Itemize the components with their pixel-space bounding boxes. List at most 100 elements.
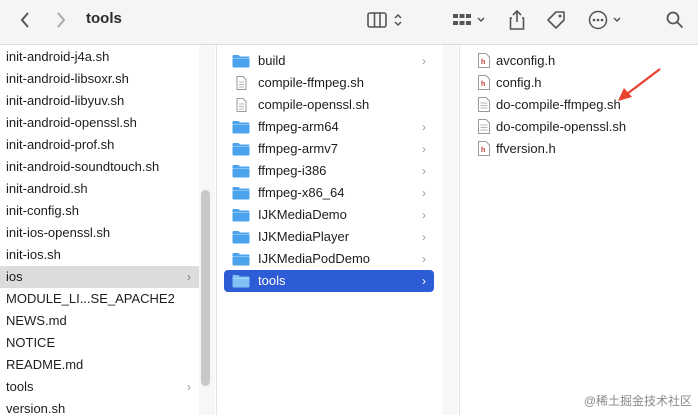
window-title: tools: [86, 10, 122, 27]
chevron-right-icon: ›: [422, 120, 426, 134]
script-file-icon: [236, 76, 247, 90]
chevron-right-icon: ›: [422, 252, 426, 266]
item-label: init-android-openssl.sh: [6, 115, 137, 130]
share-icon: [509, 10, 525, 30]
folder-item[interactable]: build ›: [224, 50, 434, 72]
group-button[interactable]: [450, 8, 488, 32]
folder-item[interactable]: tools ›: [224, 270, 434, 292]
item-label: IJKMediaPlayer: [258, 229, 350, 244]
chevron-right-icon: [57, 12, 66, 28]
item-label: do-compile-openssl.sh: [496, 119, 627, 134]
file-item[interactable]: init-android-j4a.sh: [0, 46, 199, 68]
column-2: build › compile-ffmpeg.sh compile-openssl.s…: [217, 45, 442, 415]
item-label: init-android-j4a.sh: [6, 49, 110, 64]
folder-icon: [232, 187, 250, 200]
script-file-icon: [478, 97, 490, 112]
tag-button[interactable]: [544, 8, 568, 32]
file-item[interactable]: h ffversion.h: [472, 138, 692, 160]
chevron-right-icon: ›: [422, 208, 426, 222]
file-item[interactable]: MODULE_LI...SE_APACHE2: [0, 288, 199, 310]
chevron-right-icon: ›: [422, 142, 426, 156]
file-item[interactable]: init-ios.sh: [0, 244, 199, 266]
search-icon: [666, 11, 684, 29]
file-item[interactable]: compile-ffmpeg.sh: [224, 72, 434, 94]
column-1-scroll-thumb[interactable]: [201, 190, 210, 386]
file-item[interactable]: init-android-openssl.sh: [0, 112, 199, 134]
item-label: init-android-soundtouch.sh: [6, 159, 160, 174]
item-label: IJKMediaDemo: [258, 207, 347, 222]
folder-icon: [232, 55, 250, 68]
ellipsis-icon: [588, 10, 608, 30]
chevron-right-icon: ›: [422, 274, 426, 288]
item-label: config.h: [496, 75, 542, 90]
view-mode-button[interactable]: [364, 8, 406, 32]
folder-icon: [232, 231, 250, 244]
folder-item[interactable]: ffmpeg-i386 ›: [224, 160, 434, 182]
back-button[interactable]: [14, 8, 36, 32]
item-label: ffmpeg-x86_64: [258, 185, 345, 200]
file-item[interactable]: init-android-soundtouch.sh: [0, 156, 199, 178]
file-item[interactable]: init-android-libsoxr.sh: [0, 68, 199, 90]
svg-text:h: h: [481, 147, 485, 154]
svg-text:h: h: [481, 59, 485, 66]
forward-button[interactable]: [50, 8, 72, 32]
annotation-arrow: [618, 68, 661, 101]
chevron-right-icon: ›: [422, 164, 426, 178]
svg-text:h: h: [481, 81, 485, 88]
folder-icon: [232, 275, 250, 288]
column-2-scrollbar[interactable]: [442, 45, 458, 415]
item-label: ios: [6, 269, 23, 284]
item-label: ffmpeg-armv7: [258, 141, 338, 156]
grid-group-icon: [453, 14, 471, 25]
item-label: MODULE_LI...SE_APACHE2: [6, 291, 175, 306]
folder-item[interactable]: ffmpeg-armv7 ›: [224, 138, 434, 160]
item-label: README.md: [6, 357, 84, 372]
chevron-down-icon: [477, 17, 485, 23]
chevron-right-icon: ›: [422, 230, 426, 244]
file-item[interactable]: init-android.sh: [0, 178, 199, 200]
folder-item[interactable]: ffmpeg-arm64 ›: [224, 116, 434, 138]
file-item[interactable]: init-config.sh: [0, 200, 199, 222]
file-item[interactable]: NEWS.md: [0, 310, 199, 332]
item-label: ffmpeg-i386: [258, 163, 327, 178]
watermark: @稀土掘金技术社区: [583, 394, 692, 408]
file-item[interactable]: NOTICE: [0, 332, 199, 354]
folder-item[interactable]: tools ›: [0, 376, 199, 398]
chevron-left-icon: [20, 12, 29, 28]
file-item[interactable]: init-android-libyuv.sh: [0, 90, 199, 112]
chevron-right-icon: ›: [187, 380, 191, 394]
item-label: tools: [6, 379, 34, 394]
folder-item[interactable]: ios ›: [0, 266, 199, 288]
file-item[interactable]: README.md: [0, 354, 199, 376]
file-item[interactable]: init-android-prof.sh: [0, 134, 199, 156]
header-file-icon: h: [478, 75, 490, 90]
item-label: IJKMediaPodDemo: [258, 251, 370, 266]
item-label: NEWS.md: [6, 313, 67, 328]
item-label: avconfig.h: [496, 53, 556, 68]
folder-item[interactable]: IJKMediaPodDemo ›: [224, 248, 434, 270]
folder-item[interactable]: IJKMediaDemo ›: [224, 204, 434, 226]
file-item[interactable]: init-ios-openssl.sh: [0, 222, 199, 244]
item-label: init-ios.sh: [6, 247, 61, 262]
file-item[interactable]: do-compile-openssl.sh: [472, 116, 692, 138]
chevron-updown-icon: [394, 13, 402, 27]
more-button[interactable]: [585, 8, 625, 32]
item-label: init-android.sh: [6, 181, 88, 196]
file-item[interactable]: compile-openssl.sh: [224, 94, 434, 116]
search-button[interactable]: [664, 8, 686, 32]
item-label: do-compile-ffmpeg.sh: [496, 97, 621, 112]
item-label: tools: [258, 273, 286, 288]
file-item[interactable]: version.sh: [0, 398, 199, 415]
item-label: ffversion.h: [496, 141, 556, 156]
item-label: compile-openssl.sh: [258, 97, 370, 112]
share-button[interactable]: [506, 8, 528, 32]
folder-item[interactable]: ffmpeg-x86_64 ›: [224, 182, 434, 204]
script-file-icon: [478, 119, 490, 134]
script-file-icon: [236, 98, 247, 112]
folder-icon: [232, 143, 250, 156]
item-label: init-android-libyuv.sh: [6, 93, 125, 108]
item-label: init-ios-openssl.sh: [6, 225, 111, 240]
chevron-down-icon: [613, 17, 621, 23]
folder-item[interactable]: IJKMediaPlayer ›: [224, 226, 434, 248]
folder-icon: [232, 253, 250, 266]
